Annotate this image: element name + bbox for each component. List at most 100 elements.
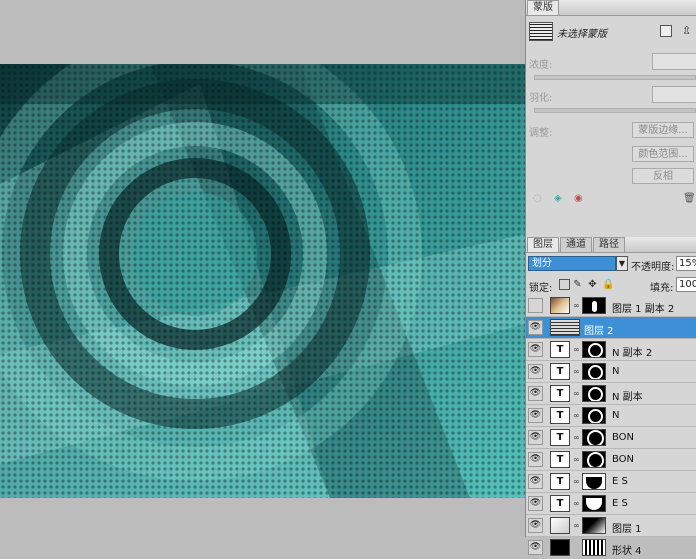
layer-row[interactable]: 👁 ∞ 图层 1 (526, 515, 696, 537)
chain-link-icon[interactable]: ∞ (573, 389, 580, 398)
mask-view-icon[interactable]: ◉ (574, 193, 583, 204)
layer-name: 图层 1 (612, 524, 642, 535)
mask-name: 未选择蒙版 (557, 29, 607, 40)
trash-icon[interactable]: 🗑 (683, 193, 696, 204)
layer-mask-thumbnail (582, 495, 606, 512)
layer-name: 图层 2 (584, 326, 614, 337)
layer-row[interactable]: 👁 T ∞ N (526, 361, 696, 383)
eye-icon[interactable]: 👁 (528, 364, 543, 379)
layer-row[interactable]: 👁 T ∞ N 副本 (526, 383, 696, 405)
load-selection-icon[interactable]: ◌ (533, 193, 542, 204)
chevron-down-icon[interactable]: ▼ (616, 256, 628, 271)
layer-row-selected[interactable]: 👁 图层 2 (526, 317, 696, 339)
layer-mask-thumbnail (582, 363, 606, 380)
eye-icon[interactable]: 👁 (528, 452, 543, 467)
density-field[interactable] (652, 53, 696, 70)
eye-icon[interactable]: 👁 (528, 496, 543, 511)
apply-mask-icon[interactable]: ◈ (554, 193, 562, 204)
eye-icon[interactable]: 👁 (528, 408, 543, 423)
layer-name: E S (612, 498, 628, 509)
layer-name: N 副本 (612, 392, 643, 403)
shape-layer-thumbnail (550, 539, 570, 556)
fill-label: 填充: (650, 283, 674, 294)
fill-input[interactable]: 100% (676, 277, 696, 292)
lock-move-icon[interactable]: ✥ (587, 279, 598, 290)
layer-mask-thumbnail (582, 385, 606, 402)
opacity-label: 不透明度: (631, 262, 675, 273)
eye-icon[interactable]: 👁 (528, 342, 543, 357)
chain-link-icon[interactable]: ∞ (573, 411, 580, 420)
density-slider[interactable] (534, 75, 696, 80)
mask-info-row: 未选择蒙版 ⇫ (526, 16, 696, 46)
layer-mask-thumbnail (582, 517, 606, 534)
text-layer-icon: T (550, 341, 570, 358)
pixel-mask-button[interactable] (660, 25, 672, 37)
eye-icon[interactable]: 👁 (528, 386, 543, 401)
layer-row[interactable]: 👁 T ∞ N (526, 405, 696, 427)
eye-icon[interactable]: 👁 (528, 540, 543, 555)
opacity-input[interactable]: 15% (676, 256, 696, 271)
layer-name: BON (612, 432, 635, 443)
text-layer-icon: T (550, 429, 570, 446)
chain-link-icon[interactable]: ∞ (573, 521, 580, 530)
chain-link-icon[interactable]: ∞ (573, 433, 580, 442)
density-label: 浓度: (529, 60, 553, 71)
text-layer-icon: T (550, 473, 570, 490)
blend-row: 划分 ▼ 不透明度: 15% (526, 255, 696, 273)
layer-mask-thumbnail (582, 341, 606, 358)
mask-panel-footer: ◌ ◈ ◉ 🗑 (526, 193, 696, 207)
layer-name: 图层 1 副本 2 (612, 304, 675, 315)
vector-mask-icon[interactable]: ⇫ (682, 24, 691, 37)
lock-brush-icon[interactable]: ✎ (572, 279, 583, 290)
art-top-shadow (0, 64, 525, 104)
layer-name: N 副本 2 (612, 348, 653, 359)
feather-field[interactable] (652, 86, 696, 103)
layer-row[interactable]: 👁 T ∞ E S (526, 471, 696, 493)
lock-all-icon[interactable]: 🔒 (602, 279, 614, 290)
mask-edge-button[interactable]: 蒙版边缘... (632, 122, 694, 138)
eye-icon[interactable]: 👁 (528, 320, 543, 335)
layer-row[interactable]: 👁 T ∞ BON (526, 449, 696, 471)
layer-name: N (612, 366, 620, 377)
chain-link-icon[interactable]: ∞ (573, 455, 580, 464)
layer-row[interactable]: 👁 T ∞ BON (526, 427, 696, 449)
layer-mask-thumbnail (582, 407, 606, 424)
layer-mask-thumbnail (582, 473, 606, 490)
chain-link-icon[interactable]: ∞ (573, 477, 580, 486)
tab-channels[interactable]: 通道 (560, 237, 592, 252)
text-layer-icon: T (550, 451, 570, 468)
tab-mask[interactable]: 蒙版 (527, 0, 559, 15)
feather-slider[interactable] (534, 108, 696, 113)
art-dot-overlay (0, 64, 525, 498)
vector-mask-thumbnail (582, 539, 606, 556)
layer-thumbnail (550, 319, 580, 336)
tab-paths[interactable]: 路径 (593, 237, 625, 252)
layer-row[interactable]: 👁 T ∞ E S (526, 493, 696, 515)
eye-icon[interactable]: 👁 (528, 430, 543, 445)
text-layer-icon: T (550, 385, 570, 402)
chain-link-icon[interactable]: ∞ (573, 345, 580, 354)
layer-row[interactable]: 👁 形状 4 (526, 537, 696, 559)
chain-link-icon[interactable]: ∞ (573, 499, 580, 508)
canvas-artwork[interactable] (0, 64, 525, 498)
visibility-empty-icon[interactable] (528, 298, 543, 313)
eye-icon[interactable]: 👁 (528, 474, 543, 489)
layer-name: N (612, 410, 620, 421)
layer-row[interactable]: ∞ 图层 1 副本 2 (526, 295, 696, 317)
layer-mask-thumbnail (582, 297, 606, 314)
panels-dock: 蒙版 未选择蒙版 ⇫ 浓度: 羽化: 调整: 蒙版边缘... 颜色范围... 反… (525, 0, 696, 559)
lock-transparency-icon[interactable] (559, 279, 570, 290)
layer-name: E S (612, 476, 628, 487)
layer-row[interactable]: 👁 T ∞ N 副本 2 (526, 339, 696, 361)
document-canvas-area[interactable] (0, 0, 525, 537)
layer-thumbnail (550, 517, 570, 534)
tab-layers[interactable]: 图层 (527, 237, 559, 252)
invert-button[interactable]: 反相 (632, 168, 694, 184)
color-range-button[interactable]: 颜色范围... (632, 146, 694, 162)
text-layer-icon: T (550, 363, 570, 380)
chain-link-icon[interactable]: ∞ (573, 301, 580, 310)
blend-mode-select[interactable]: 划分 (528, 256, 616, 271)
chain-link-icon[interactable]: ∞ (573, 367, 580, 376)
lock-row: 锁定: ✎ ✥ 🔒 填充: 100% (526, 277, 696, 294)
eye-icon[interactable]: 👁 (528, 518, 543, 533)
